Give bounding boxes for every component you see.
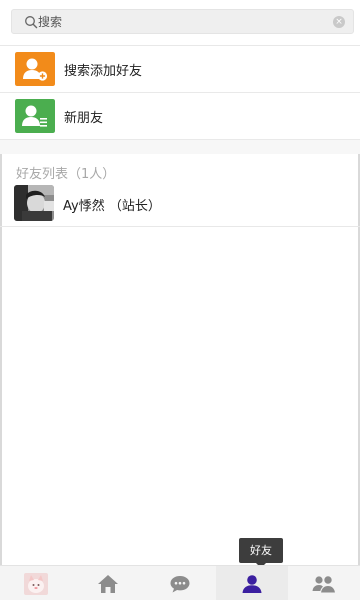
- section-gap: [0, 140, 360, 154]
- home-icon: [98, 574, 118, 593]
- search-bar: ×: [0, 0, 360, 46]
- avatar: [14, 185, 54, 221]
- search-icon: [25, 16, 38, 29]
- add-friend-row[interactable]: 搜索添加好友: [0, 46, 360, 92]
- chat-icon: [170, 575, 190, 592]
- contact-list-icon: [15, 99, 55, 133]
- search-box[interactable]: ×: [11, 9, 354, 34]
- bottom-tabbar: [0, 565, 360, 600]
- divider: [0, 226, 360, 227]
- friend-name: Ay悸然 （站长）: [63, 199, 161, 214]
- groups-icon: [312, 574, 336, 593]
- list-item[interactable]: Ay悸然 （站长）: [0, 182, 360, 226]
- friends-section-title: 好友列表（1人）: [16, 167, 116, 182]
- search-input[interactable]: [38, 12, 338, 31]
- friends-icon: [242, 574, 262, 593]
- tab-groups[interactable]: [288, 566, 360, 600]
- tab-profile[interactable]: [0, 566, 72, 600]
- tab-friends[interactable]: [216, 566, 288, 600]
- tab-tooltip: 好友: [239, 538, 283, 568]
- new-friends-label: 新朋友: [64, 111, 104, 126]
- add-friend-label: 搜索添加好友: [64, 64, 143, 79]
- new-friends-row[interactable]: 新朋友: [0, 93, 360, 139]
- profile-avatar-icon: [24, 572, 48, 595]
- tab-chat[interactable]: [144, 566, 216, 600]
- clear-icon[interactable]: ×: [333, 16, 345, 28]
- add-user-icon: [15, 52, 55, 86]
- tab-home[interactable]: [72, 566, 144, 600]
